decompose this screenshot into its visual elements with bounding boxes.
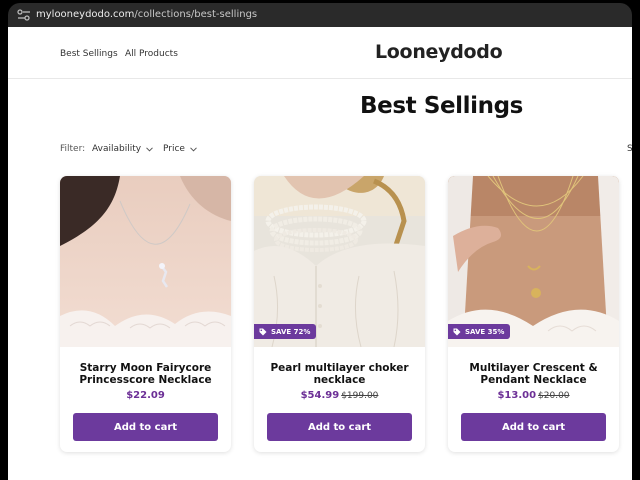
product-image[interactable] xyxy=(60,176,231,347)
filter-availability-dropdown[interactable]: Availability xyxy=(92,144,153,154)
discount-badge: SAVE 35% xyxy=(448,324,511,339)
filter-price-dropdown[interactable]: Price xyxy=(163,144,197,154)
product-price: $22.09 xyxy=(126,390,165,401)
chevron-down-icon xyxy=(190,146,197,152)
add-to-cart-button[interactable]: Add to cart xyxy=(267,413,412,441)
store-logo[interactable]: Looneydodo xyxy=(375,41,503,63)
url-path: /collections/best-sellings xyxy=(134,9,258,20)
page-title: Best Sellings xyxy=(360,93,523,119)
necklace-photo-illustration xyxy=(254,176,425,347)
product-price-row: $22.09 xyxy=(60,390,231,401)
url-host: mylooneydodo.com xyxy=(36,9,135,20)
product-title[interactable]: Starry Moon Fairycore Princesscore Neckl… xyxy=(68,362,223,386)
sort-label-truncated[interactable]: So xyxy=(627,144,632,154)
filter-availability-label: Availability xyxy=(92,144,142,154)
product-image[interactable] xyxy=(448,176,619,347)
tag-icon xyxy=(453,328,461,335)
add-to-cart-button[interactable]: Add to cart xyxy=(73,413,218,441)
nav-link-all-products[interactable]: All Products xyxy=(125,49,178,59)
product-card[interactable]: Starry Moon Fairycore Princesscore Neckl… xyxy=(60,176,231,452)
product-compare-price: $199.00 xyxy=(341,391,379,401)
filter-price-label: Price xyxy=(163,144,185,154)
product-card[interactable]: SAVE 72% Pearl multilayer choker necklac… xyxy=(254,176,425,452)
browser-address-bar[interactable]: mylooneydodo.com/collections/best-sellin… xyxy=(8,3,632,27)
add-to-cart-button[interactable]: Add to cart xyxy=(461,413,606,441)
screenshot: mylooneydodo.com/collections/best-sellin… xyxy=(0,0,640,480)
product-compare-price: $20.00 xyxy=(538,391,570,401)
product-card[interactable]: SAVE 35% Multilayer Crescent & Pendant N… xyxy=(448,176,619,452)
product-image[interactable] xyxy=(254,176,425,347)
necklace-photo-illustration xyxy=(448,176,619,347)
product-price-row: $13.00 $20.00 xyxy=(448,390,619,401)
necklace-photo-illustration xyxy=(60,176,231,347)
product-price-row: $54.99 $199.00 xyxy=(254,390,425,401)
web-page: Best Sellings All Products Looneydodo Be… xyxy=(8,27,632,480)
tag-icon xyxy=(259,328,267,335)
header-divider xyxy=(8,78,632,79)
discount-badge: SAVE 72% xyxy=(254,324,317,339)
product-price: $13.00 xyxy=(497,390,537,401)
filter-label: Filter: xyxy=(60,144,86,154)
site-settings-icon[interactable] xyxy=(16,8,32,22)
discount-badge-text: SAVE 35% xyxy=(465,327,505,336)
chevron-down-icon xyxy=(146,146,153,152)
url-text[interactable]: mylooneydodo.com/collections/best-sellin… xyxy=(36,9,257,20)
nav-link-best-sellings[interactable]: Best Sellings xyxy=(60,49,118,59)
product-title[interactable]: Multilayer Crescent & Pendant Necklace xyxy=(456,362,611,386)
product-title[interactable]: Pearl multilayer choker necklace xyxy=(262,362,417,386)
discount-badge-text: SAVE 72% xyxy=(271,327,311,336)
product-price: $54.99 xyxy=(300,390,340,401)
